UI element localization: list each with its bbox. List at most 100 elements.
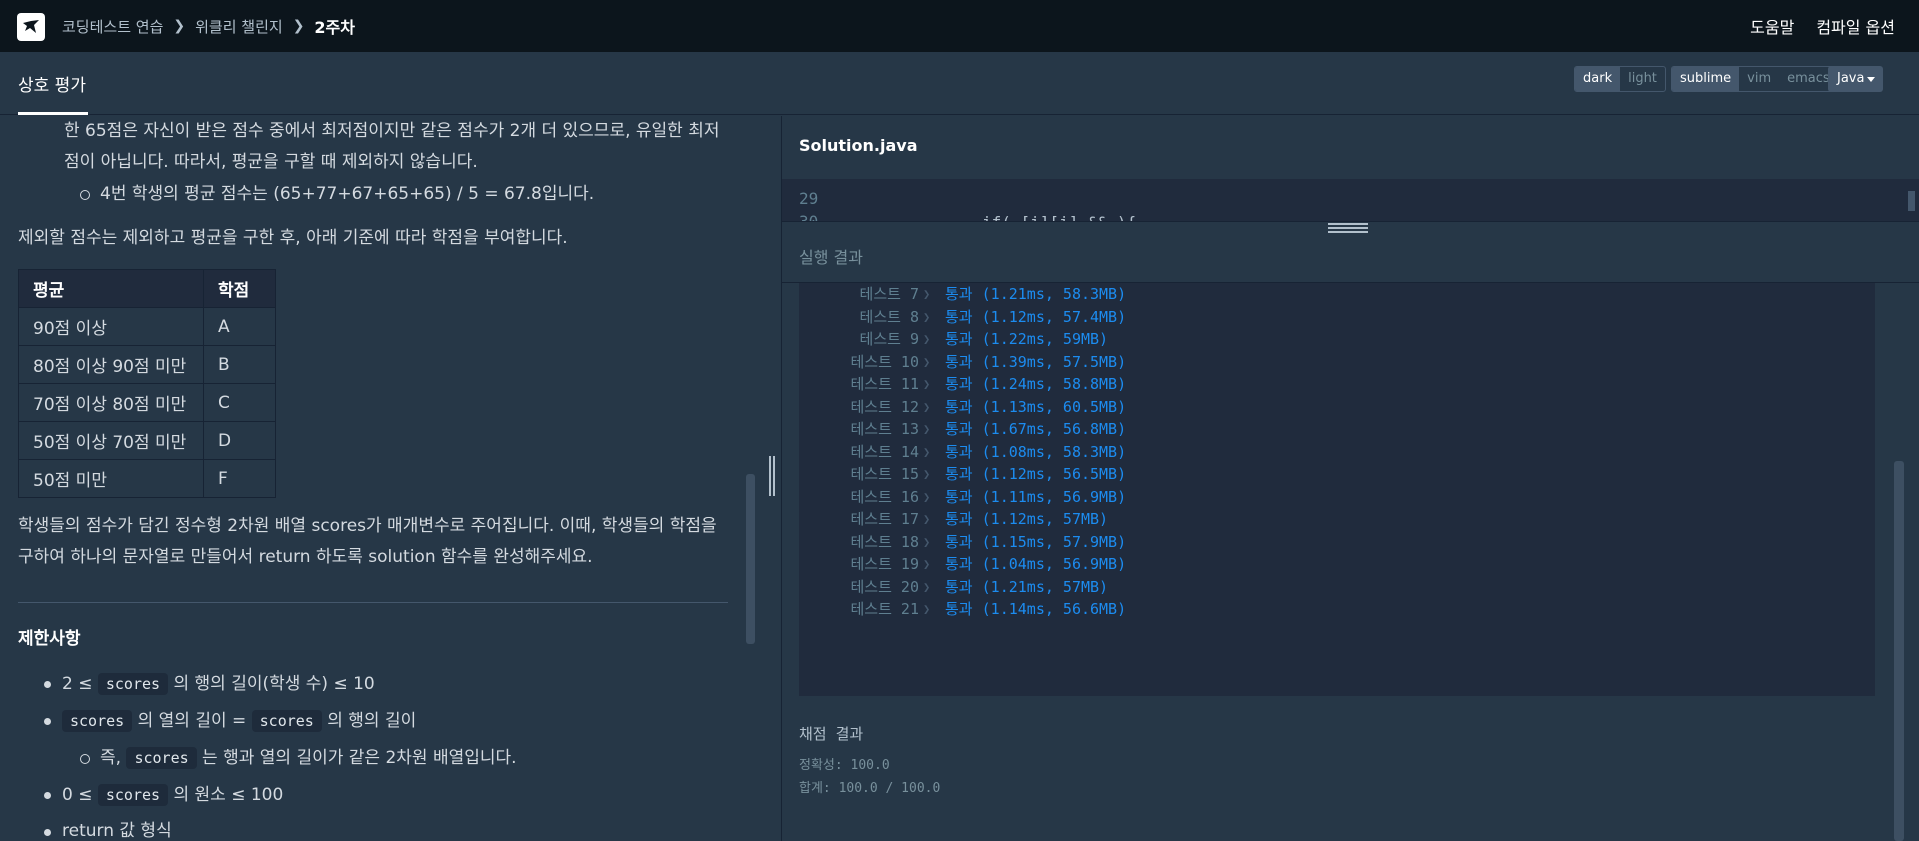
inline-code: scores xyxy=(97,784,169,806)
bullet-dot xyxy=(44,681,51,688)
test-result: 통과 (1.67ms, 56.8MB) xyxy=(945,420,1127,438)
table-row: 50점 이상 70점 미만 D xyxy=(18,421,276,460)
table-header-row: 평균 학점 xyxy=(18,269,276,308)
problem-description: 한 65점은 자신이 받은 점수 중에서 최저점이지만 같은 점수가 2개 더 … xyxy=(0,116,781,841)
help-link[interactable]: 도움말 xyxy=(1750,14,1794,38)
title-underline xyxy=(18,112,88,115)
keymap-vim-button[interactable]: vim xyxy=(1739,67,1779,91)
programmers-logo-icon[interactable] xyxy=(17,13,45,41)
constraint-text: 는 행과 열의 길이가 같은 2차원 배열입니다. xyxy=(202,748,517,768)
code-editor[interactable]: 29 30 if( [i][i] && ){ xyxy=(782,179,1919,221)
test-result: 통과 (1.21ms, 57MB) xyxy=(945,577,1109,596)
test-label: 테스트 20 xyxy=(850,577,920,596)
top-nav: 코딩테스트 연습 ❯ 위클리 챌린지 ❯ 2주차 도움말 컴파일 옵션 xyxy=(0,0,1919,52)
description-scrollbar[interactable] xyxy=(746,474,755,644)
constraint-text: 의 행의 길이 xyxy=(327,711,417,731)
chevron-right-icon: ❯ xyxy=(173,18,186,34)
chevron-right-icon: ❯ xyxy=(923,309,931,324)
language-label: Java xyxy=(1837,71,1865,86)
chevron-right-icon: ❯ xyxy=(923,512,931,526)
constraint-2-sub: 즉, scores 는 행과 열의 길이가 같은 2차원 배열입니다. xyxy=(100,743,517,774)
chevron-right-icon: ❯ xyxy=(923,422,931,436)
test-result: 통과 (1.08ms, 58.3MB) xyxy=(945,442,1127,461)
compile-options-link[interactable]: 컴파일 옵션 xyxy=(1816,14,1895,38)
table-cell: F xyxy=(203,459,276,498)
test-result: 통과 (1.24ms, 58.8MB) xyxy=(945,375,1127,393)
grading-title: 채점 결과 xyxy=(799,725,864,743)
breadcrumb-current: 2주차 xyxy=(314,18,355,37)
inline-code: scores xyxy=(251,710,322,732)
table-header-cell: 평균 xyxy=(18,269,204,308)
test-label: 테스트 19 xyxy=(850,555,920,573)
breadcrumb: 코딩테스트 연습 ❯ 위클리 챌린지 ❯ 2주차 xyxy=(62,0,355,52)
breadcrumb-item[interactable]: 위클리 챌린지 xyxy=(195,16,283,37)
test-result: 통과 (1.13ms, 60.5MB) xyxy=(945,397,1127,416)
test-result: 통과 (1.04ms, 56.9MB) xyxy=(945,555,1127,573)
chevron-right-icon: ❯ xyxy=(923,399,931,414)
caret-down-icon xyxy=(1867,77,1875,82)
test-label: 테스트 14 xyxy=(850,442,920,461)
theme-toggle: dark light xyxy=(1574,66,1666,92)
problem-title: 상호 평가 xyxy=(18,76,86,96)
table-row: 80점 이상 90점 미만 B xyxy=(18,345,276,384)
grading-summary: 채점 결과 정확성: 100.0 합계: 100.0 / 100.0 xyxy=(799,723,940,796)
chevron-right-icon: ❯ xyxy=(292,18,305,34)
editor-panel: Solution.java 29 30 if( [i][i] && ){ 실행 … xyxy=(782,116,1919,841)
breadcrumb-item[interactable]: 코딩테스트 연습 xyxy=(62,16,163,37)
constraint-text: 의 원소 ≤ 100 xyxy=(173,785,284,805)
constraint-1: 2 ≤ scores 의 행의 길이(학생 수) ≤ 10 xyxy=(62,669,375,700)
bullet-circle xyxy=(80,190,90,200)
editor-scrollbar[interactable] xyxy=(1908,191,1915,211)
chevron-right-icon: ❯ xyxy=(923,467,931,481)
chevron-right-icon: ❯ xyxy=(923,444,931,459)
table-row: 90점 이상 A xyxy=(18,307,276,346)
test-result: 통과 (1.22ms, 59MB) xyxy=(945,330,1109,348)
results-scrollbar[interactable] xyxy=(1894,461,1904,841)
test-result: 통과 (1.39ms, 57.5MB) xyxy=(945,352,1127,371)
test-label: 테스트 16 xyxy=(850,487,920,506)
test-result: 통과 (1.21ms, 58.3MB) xyxy=(945,285,1127,303)
table-cell: 80점 이상 90점 미만 xyxy=(18,345,204,384)
run-result-title: 실행 결과 xyxy=(799,248,863,267)
table-cell: 50점 이상 70점 미만 xyxy=(18,421,204,460)
theme-dark-button[interactable]: dark xyxy=(1575,67,1621,91)
description-paragraph: 한 65점은 자신이 받은 점수 중에서 최저점이지만 같은 점수가 2개 더 … xyxy=(64,121,720,172)
inline-code: scores xyxy=(126,747,197,769)
chevron-right-icon: ❯ xyxy=(923,332,931,346)
table-cell: D xyxy=(203,421,276,460)
grade-intro: 제외할 점수는 제외하고 평균을 구한 후, 아래 기준에 따라 학점을 부여합… xyxy=(18,228,568,248)
constraint-4: return 값 형식 xyxy=(62,821,172,841)
grading-total: 합계: 100.0 / 100.0 xyxy=(799,781,941,796)
table-cell: C xyxy=(203,383,276,422)
grade-table: 평균 학점 90점 이상 A 80점 이상 90점 미만 B 70점 이상 80점 … xyxy=(18,269,276,498)
test-result: 통과 (1.11ms, 56.9MB) xyxy=(945,487,1127,506)
test-result: 통과 (1.12ms, 57.4MB) xyxy=(945,307,1127,326)
keymap-toggle: sublime vim emacs xyxy=(1671,66,1839,92)
test-results: 테스트 7 ❯ 통과 (1.21ms, 58.3MB) 테스트 8 ❯ 통과 (1.12m… xyxy=(799,283,1875,696)
theme-light-button[interactable]: light xyxy=(1620,67,1665,91)
sub-bullet-text: 4번 학생의 평균 점수는 (65+77+67+65+65) / 5 = 67.… xyxy=(100,184,595,204)
chevron-right-icon: ❯ xyxy=(923,489,931,504)
constraint-text: 0 ≤ xyxy=(62,785,93,805)
chevron-right-icon: ❯ xyxy=(923,579,931,594)
test-result: 통과 (1.12ms, 57MB) xyxy=(945,510,1109,528)
table-cell: B xyxy=(203,345,276,384)
task-paragraph: 학생들의 점수가 담긴 정수형 2차원 배열 scores가 매개변수로 주어집… xyxy=(18,516,717,567)
test-label: 테스트 7 xyxy=(859,285,919,303)
constraint-text: 의 행의 길이(학생 수) ≤ 10 xyxy=(173,674,375,694)
chevron-right-icon: ❯ xyxy=(923,354,931,369)
file-tab[interactable]: Solution.java xyxy=(799,136,918,155)
inline-code: scores xyxy=(97,673,169,695)
test-label: 테스트 12 xyxy=(850,397,920,416)
test-result: 통과 (1.12ms, 56.5MB) xyxy=(945,465,1127,483)
bullet-dot xyxy=(44,792,51,799)
run-result-header: 실행 결과 xyxy=(782,221,1919,283)
panel-resize-handle[interactable] xyxy=(767,456,777,496)
test-label: 테스트 21 xyxy=(850,600,920,618)
divider xyxy=(18,602,728,603)
constraints-title: 제한사항 xyxy=(18,629,81,649)
chevron-right-icon: ❯ xyxy=(923,377,931,391)
test-label: 테스트 13 xyxy=(850,420,920,438)
keymap-sublime-button[interactable]: sublime xyxy=(1672,67,1740,91)
language-select[interactable]: Java xyxy=(1828,66,1883,92)
